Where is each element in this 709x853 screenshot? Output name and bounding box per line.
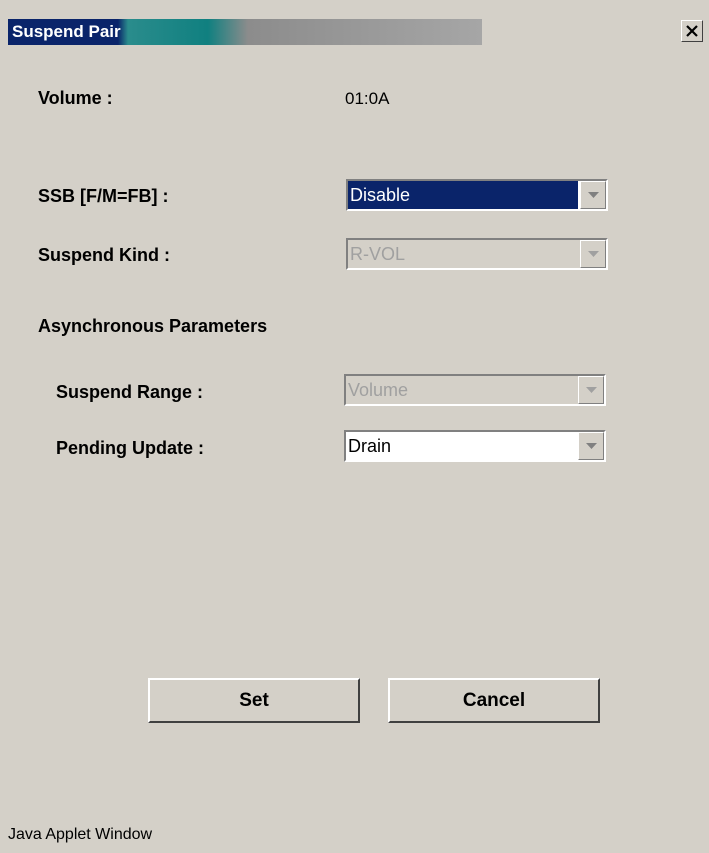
- chevron-down-icon: [587, 191, 599, 198]
- pending-update-select[interactable]: Drain: [344, 430, 606, 462]
- volume-value: 01:0A: [345, 89, 390, 108]
- async-params-heading: Asynchronous Parameters: [38, 316, 268, 336]
- pending-update-select-value: Drain: [348, 436, 392, 456]
- suspend-kind-select[interactable]: R-VOL: [346, 238, 608, 270]
- ssb-dropdown-button[interactable]: [580, 181, 606, 209]
- suspend-range-select[interactable]: Volume: [344, 374, 606, 406]
- window-title: Suspend Pair: [12, 22, 121, 41]
- suspend-kind-label: Suspend Kind :: [38, 245, 170, 265]
- chevron-down-icon: [585, 442, 597, 449]
- suspend-kind-select-value: R-VOL: [350, 244, 406, 264]
- ssb-select[interactable]: Disable: [346, 179, 608, 211]
- chevron-down-icon: [585, 386, 597, 393]
- suspend-kind-dropdown-button[interactable]: [580, 240, 606, 268]
- ssb-label: SSB [F/M=FB] :: [38, 186, 169, 206]
- pending-update-label: Pending Update :: [56, 438, 204, 458]
- chevron-down-icon: [587, 250, 599, 257]
- close-icon: [686, 25, 698, 37]
- cancel-button[interactable]: Cancel: [388, 678, 600, 723]
- set-button[interactable]: Set: [148, 678, 360, 723]
- volume-label: Volume :: [38, 88, 113, 108]
- status-bar-text: Java Applet Window: [8, 826, 153, 843]
- ssb-select-value: Disable: [350, 185, 411, 205]
- suspend-range-label: Suspend Range :: [56, 382, 204, 402]
- pending-update-dropdown-button[interactable]: [578, 432, 604, 460]
- title-bar: Suspend Pair: [8, 19, 703, 45]
- suspend-range-select-value: Volume: [348, 380, 409, 400]
- suspend-range-dropdown-button[interactable]: [578, 376, 604, 404]
- close-button[interactable]: [681, 20, 703, 42]
